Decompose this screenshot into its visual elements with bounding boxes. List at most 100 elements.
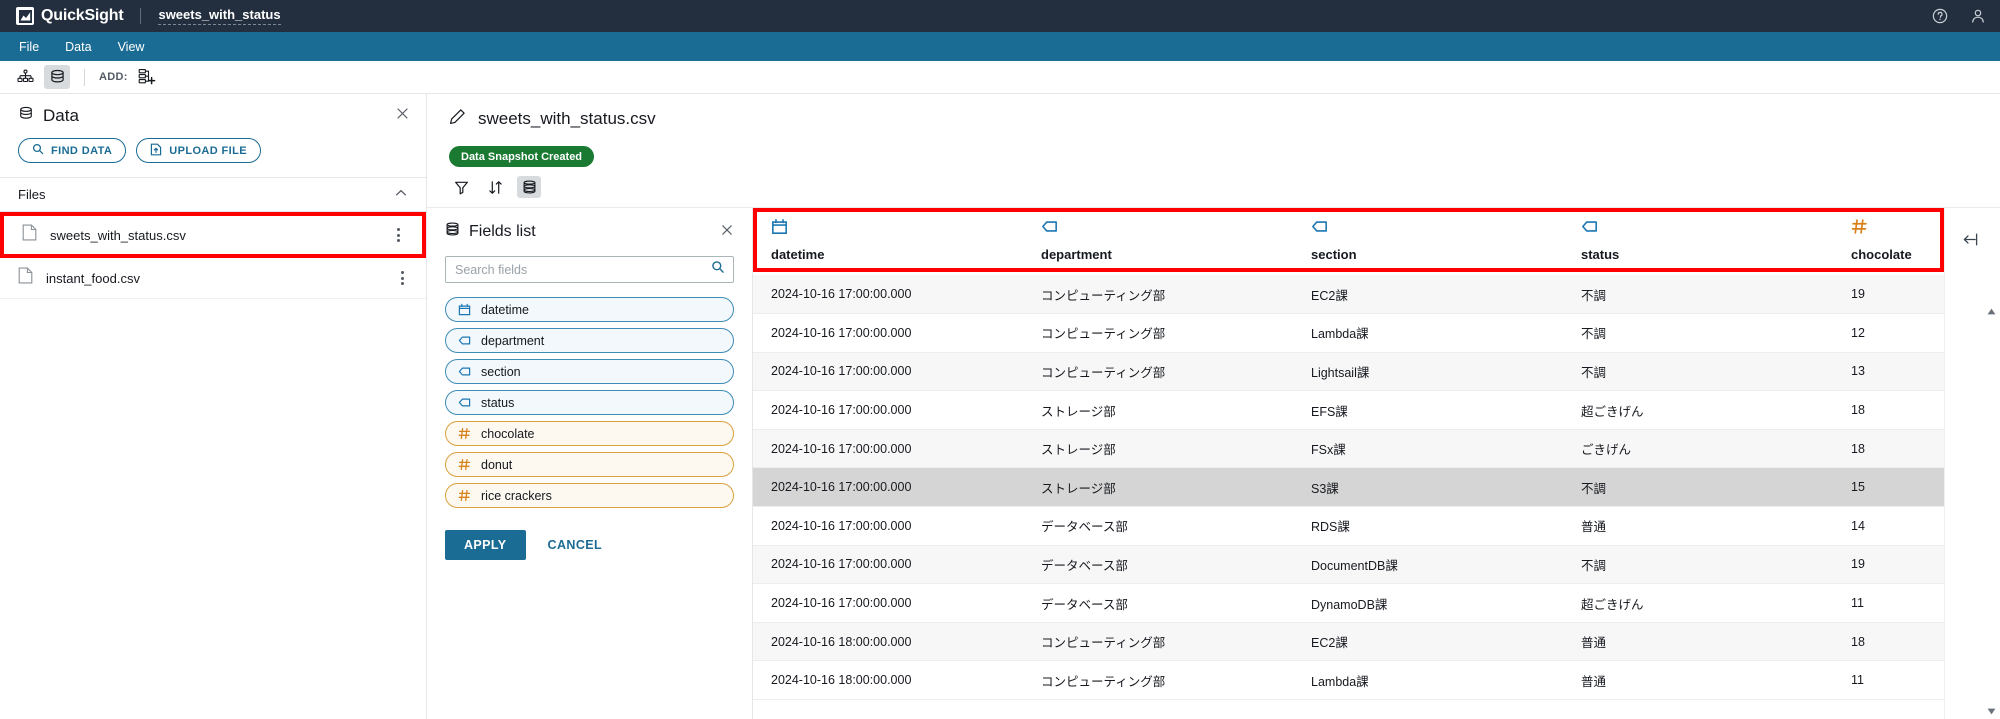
table-row[interactable]: 2024-10-16 17:00:00.000 ストレージ部 EFS課 超ごきげ… xyxy=(753,390,1944,430)
database-icon[interactable] xyxy=(44,65,70,89)
field-pill-donut[interactable]: donut xyxy=(445,452,734,477)
user-account-icon[interactable] xyxy=(1970,8,1986,24)
search-icon[interactable] xyxy=(711,260,725,279)
file-name: sweets_with_status.csv xyxy=(50,227,186,243)
add-dataset-icon[interactable] xyxy=(134,65,160,89)
files-section-header[interactable]: Files xyxy=(0,177,426,212)
menu-item-view[interactable]: View xyxy=(107,36,156,58)
search-input[interactable] xyxy=(455,262,724,277)
table-row[interactable]: 2024-10-16 17:00:00.000 コンピューティング部 Lambd… xyxy=(753,313,1944,353)
hash-icon xyxy=(458,427,471,440)
cell-section: S3課 xyxy=(1293,467,1563,508)
scroll-down-arrow-icon[interactable] xyxy=(1987,708,1996,715)
cell-datetime: 2024-10-16 17:00:00.000 xyxy=(753,313,1023,353)
cancel-button[interactable]: CANCEL xyxy=(548,538,602,552)
filter-icon[interactable] xyxy=(449,176,473,198)
hash-icon xyxy=(458,489,471,502)
fields-list-icon[interactable] xyxy=(517,176,541,198)
field-pill-status[interactable]: status xyxy=(445,390,734,415)
upload-file-label: UPLOAD FILE xyxy=(169,144,247,157)
scroll-up-arrow-icon[interactable] xyxy=(1987,308,1996,315)
table-row[interactable]: 2024-10-16 17:00:00.000 データベース部 RDS課 普通 … xyxy=(753,506,1944,546)
column-label: chocolate xyxy=(1851,247,1912,262)
dataset-title-row: sweets_with_status.csv xyxy=(427,108,2000,130)
column-header-datetime[interactable]: datetime xyxy=(753,208,1023,275)
table-row[interactable]: 2024-10-16 17:00:00.000 ストレージ部 S3課 不調 15 xyxy=(753,467,1944,508)
table-row[interactable]: 2024-10-16 17:00:00.000 データベース部 Document… xyxy=(753,545,1944,585)
cell-status: 不調 xyxy=(1563,352,1833,392)
search-icon xyxy=(32,143,44,158)
cell-status: 普通 xyxy=(1563,660,1833,701)
collapse-panel-left-icon[interactable] xyxy=(1961,230,1980,254)
cell-section: RDS課 xyxy=(1293,506,1563,546)
field-pill-department[interactable]: department xyxy=(445,328,734,353)
cell-section: EC2課 xyxy=(1293,622,1563,662)
table-row[interactable]: 2024-10-16 17:00:00.000 ストレージ部 FSx課 ごきげん… xyxy=(753,429,1944,469)
field-pill-chocolate[interactable]: chocolate xyxy=(445,421,734,446)
field-pill-list: datetime department section status choco… xyxy=(445,297,734,514)
cell-datetime: 2024-10-16 17:00:00.000 xyxy=(753,390,1023,430)
column-header-department[interactable]: department xyxy=(1023,208,1293,275)
file-item-sweets-with-status[interactable]: sweets_with_status.csv xyxy=(0,212,426,258)
apply-button[interactable]: APPLY xyxy=(445,530,526,560)
table-row[interactable]: 2024-10-16 17:00:00.000 コンピューティング部 EC2課 … xyxy=(753,275,1944,315)
cell-status: 超ごきげん xyxy=(1563,390,1833,430)
column-header-chocolate[interactable]: chocolate xyxy=(1833,208,1944,275)
cell-section: FSx課 xyxy=(1293,429,1563,469)
chevron-up-icon[interactable] xyxy=(394,186,408,203)
cell-status: 不調 xyxy=(1563,275,1833,315)
topbar-actions xyxy=(1932,8,1986,24)
vertical-scrollbar[interactable] xyxy=(1987,308,1996,715)
pencil-edit-icon[interactable] xyxy=(449,108,466,130)
data-panel: Data FIND DATA UPLOAD FILE Files sweets_… xyxy=(0,94,427,719)
menu-item-file[interactable]: File xyxy=(8,36,50,58)
prep-header: sweets_with_status.csv Data Snapshot Cre… xyxy=(427,94,2000,167)
cell-department: ストレージ部 xyxy=(1023,390,1293,430)
status-badge: Data Snapshot Created xyxy=(449,146,595,167)
close-icon[interactable] xyxy=(395,106,410,126)
cell-section: Lambda課 xyxy=(1293,313,1563,353)
cell-datetime: 2024-10-16 17:00:00.000 xyxy=(753,506,1023,546)
data-panel-header: Data xyxy=(0,94,426,138)
close-icon[interactable] xyxy=(720,223,734,242)
cell-section: EFS課 xyxy=(1293,390,1563,430)
cell-status: 普通 xyxy=(1563,506,1833,546)
quicksight-logo-icon xyxy=(16,7,34,25)
file-item-instant-food[interactable]: instant_food.csv xyxy=(0,258,426,299)
cell-section: DynamoDB課 xyxy=(1293,583,1563,623)
cell-department: コンピューティング部 xyxy=(1023,275,1293,315)
table-row[interactable]: 2024-10-16 18:00:00.000 コンピューティング部 EC2課 … xyxy=(753,622,1944,662)
join-diagram-icon[interactable] xyxy=(12,65,38,89)
column-header-status[interactable]: status xyxy=(1563,208,1833,275)
help-circle-icon[interactable] xyxy=(1932,8,1948,24)
column-label: datetime xyxy=(771,247,825,262)
tag-icon xyxy=(1581,218,1833,238)
cell-datetime: 2024-10-16 17:00:00.000 xyxy=(753,545,1023,585)
sort-icon[interactable] xyxy=(483,176,507,198)
table-row[interactable]: 2024-10-16 17:00:00.000 コンピューティング部 Light… xyxy=(753,352,1944,392)
table-row[interactable]: 2024-10-16 18:00:00.000 コンピューティング部 Lambd… xyxy=(753,660,1944,701)
field-pill-datetime[interactable]: datetime xyxy=(445,297,734,322)
cell-chocolate: 13 xyxy=(1833,352,1944,392)
column-header-section[interactable]: section xyxy=(1293,208,1563,275)
field-label: donut xyxy=(481,457,513,472)
upload-file-button[interactable]: UPLOAD FILE xyxy=(136,138,261,163)
cell-chocolate: 18 xyxy=(1833,390,1944,430)
cell-datetime: 2024-10-16 18:00:00.000 xyxy=(753,622,1023,662)
kebab-menu-icon[interactable] xyxy=(401,271,404,285)
cell-datetime: 2024-10-16 18:00:00.000 xyxy=(753,660,1023,701)
menu-item-data[interactable]: Data xyxy=(54,36,102,58)
field-label: section xyxy=(481,364,521,379)
find-data-button[interactable]: FIND DATA xyxy=(18,138,127,163)
cell-datetime: 2024-10-16 17:00:00.000 xyxy=(753,583,1023,623)
table-row[interactable]: 2024-10-16 17:00:00.000 データベース部 DynamoDB… xyxy=(753,583,1944,623)
field-pill-rice-crackers[interactable]: rice crackers xyxy=(445,483,734,508)
document-title[interactable]: sweets_with_status xyxy=(158,7,281,25)
cell-section: Lightsail課 xyxy=(1293,352,1563,392)
field-pill-section[interactable]: section xyxy=(445,359,734,384)
kebab-menu-icon[interactable] xyxy=(397,228,400,242)
table-scroll-area[interactable]: datetime department section status choco… xyxy=(753,208,1944,719)
cell-status: 不調 xyxy=(1563,545,1833,585)
hash-icon xyxy=(1851,218,1944,238)
cell-status: 超ごきげん xyxy=(1563,583,1833,623)
